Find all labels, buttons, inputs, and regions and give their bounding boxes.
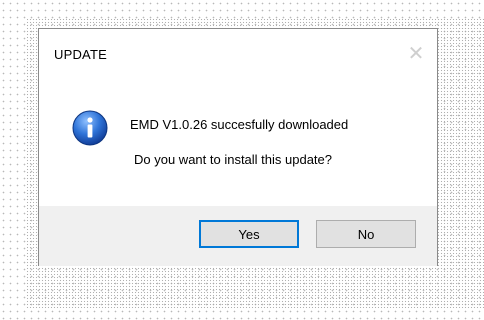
information-icon xyxy=(72,110,108,146)
message-line-1: EMD V1.0.26 succesfully downloaded xyxy=(130,117,349,132)
no-button[interactable]: No xyxy=(316,220,416,248)
title-bar: UPDATE ✕ xyxy=(39,29,437,83)
dialog-title: UPDATE xyxy=(54,47,107,62)
yes-button[interactable]: Yes xyxy=(199,220,299,248)
message-line-2: Do you want to install this update? xyxy=(134,152,333,167)
close-icon[interactable]: ✕ xyxy=(407,44,425,64)
update-dialog: UPDATE ✕ EMD V1.0.26 succesfully downloa… xyxy=(38,28,438,266)
